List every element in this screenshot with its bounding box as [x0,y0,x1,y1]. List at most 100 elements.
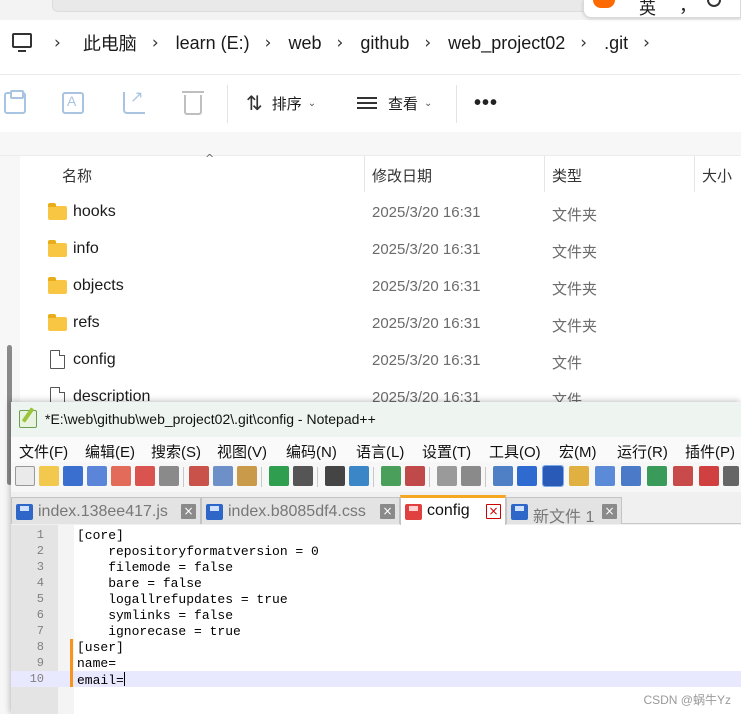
file-row[interactable]: objects 2025/3/20 16:31 文件夹 [20,268,741,305]
notepad-app-icon[interactable] [19,410,37,428]
breadcrumb-item-web[interactable]: web [288,33,321,54]
breadcrumb-item-github[interactable]: github [360,33,409,54]
column-divider[interactable] [544,156,545,192]
word-wrap-icon[interactable] [493,466,513,486]
close-tab-icon[interactable]: × [380,504,395,519]
close-tab-icon[interactable]: × [602,504,617,519]
folder-as-workspace-icon[interactable] [647,466,667,486]
indent-guide-icon[interactable] [542,465,564,487]
zoom-out-icon[interactable] [405,466,425,486]
cut-icon[interactable] [189,466,209,486]
sogou-logo-icon[interactable] [593,0,615,8]
this-pc-icon[interactable] [12,33,32,52]
tab-config[interactable]: config × [400,495,506,525]
new-file-icon[interactable] [15,466,35,486]
close-file-icon[interactable] [111,466,131,486]
user-language-icon[interactable] [569,466,589,486]
close-tab-icon[interactable]: × [181,504,196,519]
menu-tools[interactable]: 工具(O) [489,441,541,462]
file-row[interactable]: config 2025/3/20 16:31 文件 [20,342,741,379]
menu-language[interactable]: 语言(L) [356,441,404,462]
code-line[interactable]: 4 bare = false [11,575,741,591]
menu-file[interactable]: 文件(F) [19,441,68,462]
redo-icon[interactable] [293,466,313,486]
address-bar[interactable]: › 此电脑 › learn (E:) › web › github › web_… [0,22,741,64]
view-button[interactable]: 查看 ⌄ [357,89,432,117]
menu-settings[interactable]: 设置(T) [422,441,471,462]
code-line[interactable]: 1 [core] [11,527,741,543]
tab-index-js[interactable]: index.138ee417.js × [11,497,201,524]
tab-new-file-1[interactable]: 新文件 1 × [506,497,622,526]
zoom-in-icon[interactable] [381,466,401,486]
ime-toolbar[interactable]: 英 ， [583,0,741,19]
find-icon[interactable] [325,466,345,486]
record-macro-icon[interactable] [699,466,719,486]
ime-language-toggle[interactable]: 英 [639,0,656,19]
column-header-type[interactable]: 类型 [552,165,582,186]
rename-icon[interactable] [62,92,84,114]
show-all-characters-icon[interactable] [517,466,537,486]
menu-macro[interactable]: 宏(M) [559,441,597,462]
ime-punctuation-toggle[interactable]: ， [679,0,697,18]
column-header-date[interactable]: 修改日期 [372,165,432,186]
breadcrumb-item-project[interactable]: web_project02 [448,33,565,54]
open-file-icon[interactable] [39,466,59,486]
column-divider[interactable] [694,156,695,192]
menu-view[interactable]: 视图(V) [217,441,267,462]
chevron-right-icon[interactable]: › [424,33,431,53]
code-line[interactable]: 6 symlinks = false [11,607,741,623]
menu-edit[interactable]: 编辑(E) [85,441,135,462]
column-header-name[interactable]: 名称 [62,165,92,186]
code-line[interactable]: 9 name= [11,655,741,671]
paste-icon[interactable] [237,466,257,486]
save-all-icon[interactable] [87,466,107,486]
breadcrumb-item-git[interactable]: .git [604,33,628,54]
breadcrumb-item-drive[interactable]: learn (E:) [176,33,250,54]
code-line[interactable]: 7 ignorecase = true [11,623,741,639]
replace-icon[interactable] [349,466,369,486]
code-line[interactable]: 3 filemode = false [11,559,741,575]
file-row[interactable]: refs 2025/3/20 16:31 文件夹 [20,305,741,342]
chevron-right-icon[interactable]: › [54,33,61,53]
save-icon[interactable] [63,466,83,486]
copy-icon[interactable] [213,466,233,486]
sort-button[interactable]: ⇅ 排序 ⌄ [246,89,316,117]
chevron-right-icon[interactable]: › [643,33,650,53]
monitoring-icon[interactable] [673,466,693,486]
menu-search[interactable]: 搜索(S) [151,441,201,462]
document-map-icon[interactable] [595,466,615,486]
notepad-title-bar[interactable]: *E:\web\github\web_project02\.git\config… [11,402,741,437]
sync-vertical-icon[interactable] [437,466,457,486]
more-options-button[interactable]: ••• [474,92,498,115]
current-code-line[interactable]: 10 email= [11,671,741,688]
menu-run[interactable]: 运行(R) [617,441,668,462]
chevron-right-icon[interactable]: › [152,33,159,53]
file-row[interactable]: hooks 2025/3/20 16:31 文件夹 [20,194,741,231]
code-line[interactable]: 8 [user] [11,639,741,655]
undo-icon[interactable] [269,466,289,486]
explorer-tab-edge[interactable] [52,0,612,12]
code-line[interactable]: 2 repositoryformatversion = 0 [11,543,741,559]
menu-encoding[interactable]: 编码(N) [286,441,337,462]
microphone-icon[interactable] [707,0,721,7]
paste-icon[interactable] [4,90,26,114]
code-editor[interactable]: 1 [core] 2 repositoryformatversion = 0 3… [11,525,741,714]
tab-index-css[interactable]: index.b8085df4.css × [201,497,400,524]
code-line[interactable]: 5 logallrefupdates = true [11,591,741,607]
chevron-right-icon[interactable]: › [337,33,344,53]
print-icon[interactable] [159,466,179,486]
file-row[interactable]: info 2025/3/20 16:31 文件夹 [20,231,741,268]
stop-recording-icon[interactable] [723,466,739,486]
chevron-right-icon[interactable]: › [580,33,587,53]
breadcrumb-item-this-pc[interactable]: 此电脑 [83,30,137,56]
menu-plugins[interactable]: 插件(P) [685,441,735,462]
function-list-icon[interactable] [621,466,641,486]
chevron-right-icon[interactable]: › [265,33,272,53]
close-tab-icon[interactable]: × [486,504,501,519]
delete-icon[interactable] [182,91,204,115]
column-divider[interactable] [364,156,365,192]
close-all-icon[interactable] [135,466,155,486]
share-icon[interactable] [123,87,145,114]
sync-horizontal-icon[interactable] [461,466,481,486]
column-header-size[interactable]: 大小 [702,165,732,186]
